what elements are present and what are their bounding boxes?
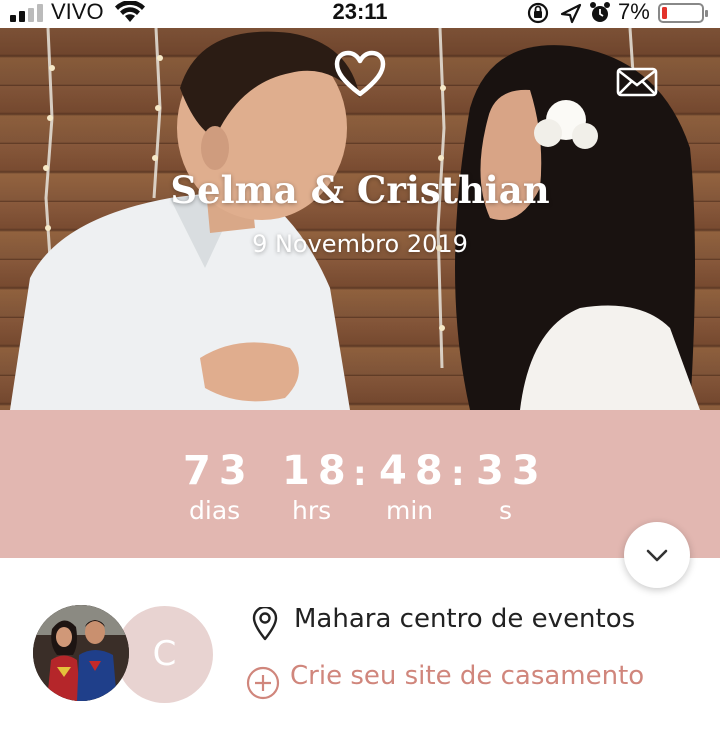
location-pin-icon (252, 607, 278, 641)
mail-icon[interactable] (616, 66, 658, 98)
orientation-lock-icon (527, 2, 549, 24)
countdown-minutes: 48 (379, 448, 451, 494)
signal-icon (10, 4, 43, 22)
countdown-seconds: 33 (476, 448, 548, 494)
countdown-seconds-label: s (499, 496, 513, 525)
countdown-hours-label: hrs (292, 496, 332, 525)
scroll-down-button[interactable] (624, 522, 690, 588)
avatar (33, 605, 129, 701)
location-icon (560, 3, 582, 24)
countdown-separator: : (451, 454, 465, 494)
avatar-photo (33, 605, 129, 701)
wifi-icon (115, 1, 145, 22)
battery-percent: 7% (618, 0, 650, 24)
countdown-days-label: dias (189, 496, 241, 525)
alarm-icon (590, 2, 610, 22)
avatar-placeholder: C (116, 606, 213, 703)
battery-icon (658, 3, 708, 23)
venue-name: Mahara centro de eventos (294, 604, 636, 634)
heart-icon (334, 50, 386, 97)
status-bar: VIVO 23:11 7% (0, 0, 720, 28)
carrier-name: VIVO (51, 0, 104, 24)
plus-circle-icon[interactable] (246, 666, 280, 700)
countdown-days: 73 (183, 448, 255, 494)
countdown-panel: 73 18 : 48 : 33 dias hrs min s (0, 410, 720, 558)
chevron-down-icon (646, 549, 668, 562)
countdown-hours: 18 (282, 448, 354, 494)
countdown-separator: : (353, 454, 367, 494)
create-site-link[interactable]: Crie seu site de casamento (290, 661, 644, 691)
hero-photo: Selma & Cristhian 9 Novembro 2019 (0, 28, 720, 410)
countdown-minutes-label: min (386, 496, 434, 525)
couple-names: Selma & Cristhian (170, 168, 550, 212)
wedding-date: 9 Novembro 2019 (252, 230, 468, 258)
